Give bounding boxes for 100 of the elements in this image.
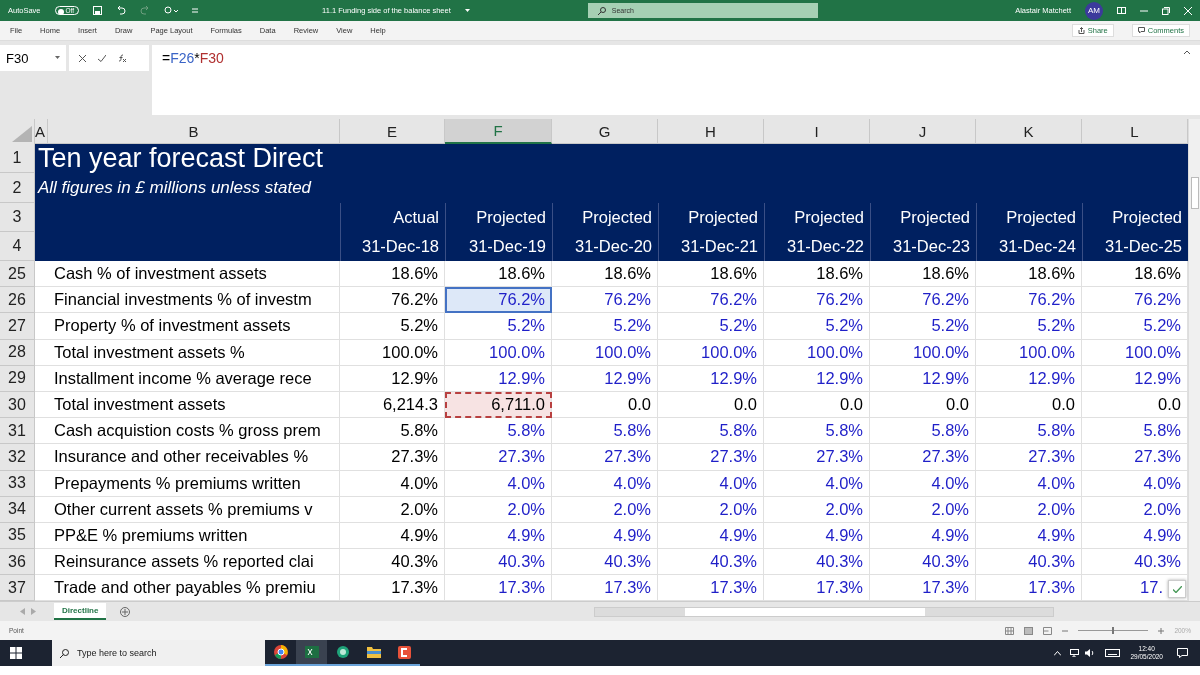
name-box[interactable]: F30 bbox=[0, 45, 66, 71]
table-cell: 40.3% bbox=[764, 549, 870, 576]
table-cell: 2.0% bbox=[976, 496, 1082, 523]
column-header[interactable]: F bbox=[445, 119, 552, 144]
share-icon bbox=[1077, 27, 1085, 34]
row-header[interactable]: 30 bbox=[0, 391, 35, 419]
table-cell: 18.6% bbox=[1082, 261, 1188, 288]
table-cell: 12.9% bbox=[764, 365, 870, 392]
customize-icon[interactable] bbox=[192, 7, 199, 14]
table-cell: 2.0% bbox=[658, 496, 764, 523]
zoom-in-icon[interactable] bbox=[1158, 627, 1165, 634]
period-type: Projected bbox=[658, 203, 764, 232]
row-header[interactable]: 37 bbox=[0, 575, 35, 602]
row-header[interactable]: 36 bbox=[0, 549, 35, 576]
row-header[interactable]: 31 bbox=[0, 418, 35, 445]
volume-icon[interactable] bbox=[1085, 649, 1096, 658]
table-cell: 5.8% bbox=[340, 418, 445, 445]
column-header[interactable]: I bbox=[764, 119, 870, 144]
horizontal-scrollbar[interactable] bbox=[594, 606, 1055, 617]
table-cell: 12.9% bbox=[340, 365, 445, 392]
restore-icon[interactable] bbox=[1162, 6, 1170, 15]
formula-field[interactable]: =F26*F30 bbox=[152, 45, 1200, 115]
table-cell: Property % of investment assets bbox=[48, 313, 340, 340]
enter-icon[interactable] bbox=[98, 54, 106, 62]
row-header[interactable]: 26 bbox=[0, 287, 35, 314]
row-header[interactable]: 33 bbox=[0, 470, 35, 497]
table-cell: 100.0% bbox=[976, 339, 1082, 366]
cancel-icon[interactable] bbox=[79, 54, 86, 62]
caret-icon[interactable] bbox=[464, 8, 470, 13]
keyboard-icon[interactable] bbox=[1105, 649, 1121, 658]
insert-function-icon[interactable] bbox=[118, 54, 126, 62]
scroll-thumb[interactable] bbox=[1191, 177, 1199, 209]
table-cell: 12.9% bbox=[976, 365, 1082, 392]
sheet-tab[interactable]: Directline bbox=[54, 603, 107, 621]
comment-icon bbox=[1137, 27, 1145, 34]
column-header[interactable]: H bbox=[658, 119, 764, 144]
table-cell: 17.3% bbox=[870, 575, 976, 602]
column-header[interactable]: L bbox=[1082, 119, 1188, 144]
table-cell: Total investment assets % bbox=[48, 339, 340, 366]
windows-start-icon[interactable] bbox=[10, 647, 22, 660]
network-icon[interactable] bbox=[1069, 649, 1080, 658]
row-header[interactable]: 32 bbox=[0, 444, 35, 471]
column-header[interactable]: E bbox=[340, 119, 445, 144]
column-header[interactable]: B bbox=[48, 119, 340, 144]
notifications-icon[interactable] bbox=[1177, 648, 1188, 659]
quick-analysis-button[interactable] bbox=[1168, 580, 1186, 599]
table-cell: Cash acquistion costs % gross prem bbox=[48, 418, 340, 445]
row-header[interactable]: 1 bbox=[0, 144, 35, 173]
row-header[interactable]: 29 bbox=[0, 365, 35, 392]
table-cell: 5.2% bbox=[1082, 313, 1188, 340]
page-break-icon[interactable] bbox=[1043, 626, 1053, 635]
active-cell[interactable]: 6,711.0 bbox=[445, 391, 552, 419]
row-header[interactable]: 27 bbox=[0, 313, 35, 340]
table-cell: 5.2% bbox=[445, 313, 552, 340]
table-cell: 0.0 bbox=[764, 391, 870, 419]
collapse-icon[interactable] bbox=[1184, 50, 1190, 54]
table-cell: 76.2% bbox=[340, 287, 445, 314]
period-type: Projected bbox=[552, 203, 658, 232]
row-header[interactable]: 28 bbox=[0, 339, 35, 366]
table-cell: 27.3% bbox=[1082, 444, 1188, 471]
normal-view-icon[interactable] bbox=[1005, 626, 1015, 635]
table-cell: Insurance and other receivables % bbox=[48, 444, 340, 471]
table-cell: 76.2% bbox=[976, 287, 1082, 314]
period-type: Projected bbox=[445, 203, 552, 232]
table-cell: 18.6% bbox=[445, 261, 552, 288]
tray-chevron-icon[interactable] bbox=[1054, 650, 1062, 656]
add-sheet-icon[interactable] bbox=[120, 606, 131, 617]
close-icon[interactable] bbox=[1184, 6, 1192, 15]
selected-cell[interactable]: 76.2% bbox=[445, 287, 552, 314]
table-cell: 5.2% bbox=[658, 313, 764, 340]
table-cell: 27.3% bbox=[976, 444, 1082, 471]
row-header[interactable]: 3 bbox=[0, 203, 35, 232]
row-header[interactable]: 2 bbox=[0, 173, 35, 203]
table-cell: 4.0% bbox=[552, 470, 658, 497]
save-icon[interactable] bbox=[93, 6, 103, 15]
undo-icon[interactable] bbox=[116, 6, 127, 15]
column-header[interactable]: J bbox=[870, 119, 976, 144]
row-header[interactable]: 34 bbox=[0, 496, 35, 523]
user-avatar[interactable]: AM bbox=[1085, 1, 1103, 20]
zoom-slider-thumb[interactable] bbox=[1112, 627, 1115, 635]
column-header[interactable]: K bbox=[976, 119, 1082, 144]
ribbon-display-icon[interactable] bbox=[1117, 7, 1126, 14]
table-cell: 5.2% bbox=[976, 313, 1082, 340]
table-cell: 27.3% bbox=[445, 444, 552, 471]
table-cell: 76.2% bbox=[1082, 287, 1188, 314]
column-header[interactable]: G bbox=[552, 119, 658, 144]
row-header[interactable]: 35 bbox=[0, 522, 35, 550]
table-cell: 76.2% bbox=[552, 287, 658, 314]
taskbar-search-field[interactable]: Type here to search bbox=[52, 640, 265, 667]
row-header[interactable]: 4 bbox=[0, 232, 35, 261]
column-header[interactable]: A bbox=[35, 119, 48, 144]
row-header[interactable]: 25 bbox=[0, 261, 35, 288]
minimize-icon[interactable] bbox=[1140, 9, 1148, 12]
table-cell: 18.6% bbox=[764, 261, 870, 288]
table-cell: 76.2% bbox=[658, 287, 764, 314]
sheet-title: Ten year forecast Direct bbox=[37, 144, 325, 173]
table-cell: 12.9% bbox=[1082, 365, 1188, 392]
table-cell: 2.0% bbox=[1082, 496, 1188, 523]
page-layout-icon[interactable] bbox=[1024, 626, 1034, 635]
spreadsheet-app-icon[interactable] bbox=[296, 640, 327, 667]
